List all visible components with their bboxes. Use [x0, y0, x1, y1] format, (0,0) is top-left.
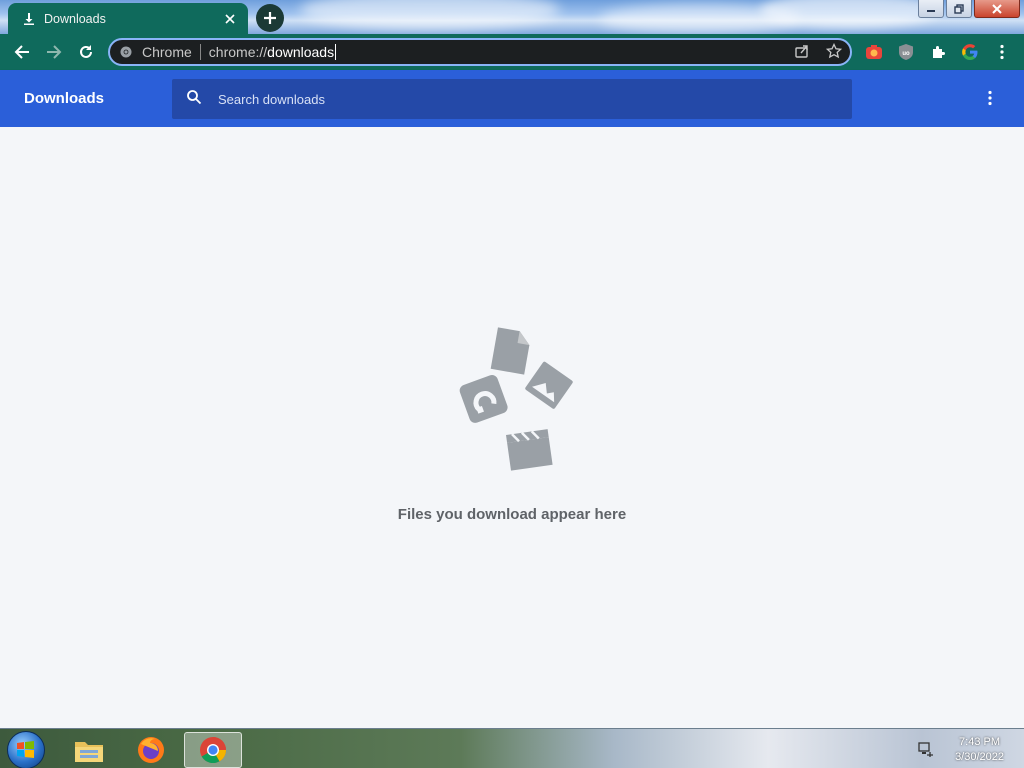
- firefox-taskbar-button[interactable]: [122, 732, 180, 768]
- chrome-icon: [200, 737, 227, 764]
- forward-arrow-icon: [47, 45, 62, 59]
- tab-downloads[interactable]: Downloads: [8, 3, 248, 34]
- ublock-extension-icon[interactable]: uo: [896, 42, 916, 62]
- close-window-button[interactable]: [974, 0, 1020, 18]
- browser-toolbar: Chrome chrome://downloads uo: [0, 34, 1024, 70]
- omnibox-divider: [199, 44, 201, 60]
- file-explorer-icon: [75, 742, 103, 762]
- clock[interactable]: 7:43 PM 3/30/2022: [955, 735, 1004, 765]
- share-icon[interactable]: [794, 43, 810, 64]
- reload-button[interactable]: [70, 36, 102, 68]
- empty-downloads-illustration: [459, 327, 573, 471]
- title-bar: Downloads: [0, 0, 1024, 34]
- network-icon[interactable]: [918, 741, 934, 762]
- app-icon: [459, 375, 508, 423]
- back-arrow-icon: [14, 45, 29, 59]
- clock-date: 3/30/2022: [955, 751, 1004, 763]
- close-icon: [992, 3, 1002, 14]
- bookmark-star-icon[interactable]: [825, 42, 843, 64]
- camera-extension-icon[interactable]: [864, 42, 884, 62]
- start-button[interactable]: [7, 731, 45, 768]
- search-box[interactable]: [172, 79, 852, 119]
- more-vert-icon: [988, 90, 992, 106]
- downloads-main: Files you download appear here: [0, 127, 1024, 728]
- text-caret: [335, 44, 337, 60]
- chrome-taskbar-button[interactable]: [184, 732, 242, 768]
- document-icon: [490, 327, 530, 375]
- svg-text:uo: uo: [902, 51, 910, 57]
- chrome-site-icon: [120, 45, 134, 59]
- firefox-icon: [138, 737, 164, 763]
- puzzle-extensions-icon[interactable]: [928, 42, 948, 62]
- minimize-icon: [927, 9, 935, 12]
- restore-icon: [954, 3, 964, 14]
- windows-taskbar: 7:43 PM 3/30/2022: [0, 728, 1024, 768]
- empty-state-message: Files you download appear here: [397, 506, 627, 523]
- minimize-button[interactable]: [918, 0, 944, 18]
- url-path: downloads: [267, 44, 335, 60]
- video-clapper-icon: [506, 429, 553, 471]
- downloads-header: Downloads: [0, 70, 1024, 127]
- close-tab-icon[interactable]: [222, 11, 238, 27]
- back-button[interactable]: [6, 36, 38, 68]
- tab-title: Downloads: [44, 11, 106, 26]
- forward-button[interactable]: [38, 36, 70, 68]
- kebab-menu-icon[interactable]: [992, 42, 1012, 62]
- restore-button[interactable]: [946, 0, 972, 18]
- more-actions-button[interactable]: [980, 88, 1000, 108]
- reload-icon: [80, 45, 92, 58]
- download-icon: [22, 12, 36, 26]
- google-icon[interactable]: [960, 42, 980, 62]
- file-explorer-taskbar-button[interactable]: [60, 732, 118, 768]
- plus-icon: [264, 12, 276, 24]
- search-icon: [186, 89, 202, 110]
- windows-logo-icon: [17, 741, 34, 758]
- url-scheme: chrome://: [208, 44, 268, 60]
- system-tray: 7:43 PM 3/30/2022: [914, 729, 1024, 768]
- window-controls: [918, 0, 1020, 20]
- clock-time: 7:43 PM: [959, 736, 1001, 748]
- page-title: Downloads: [24, 90, 105, 107]
- search-input[interactable]: [218, 91, 818, 107]
- image-icon: [525, 361, 573, 409]
- address-bar[interactable]: Chrome chrome://downloads: [108, 38, 852, 66]
- new-tab-button[interactable]: [256, 4, 284, 32]
- site-name: Chrome: [142, 44, 192, 60]
